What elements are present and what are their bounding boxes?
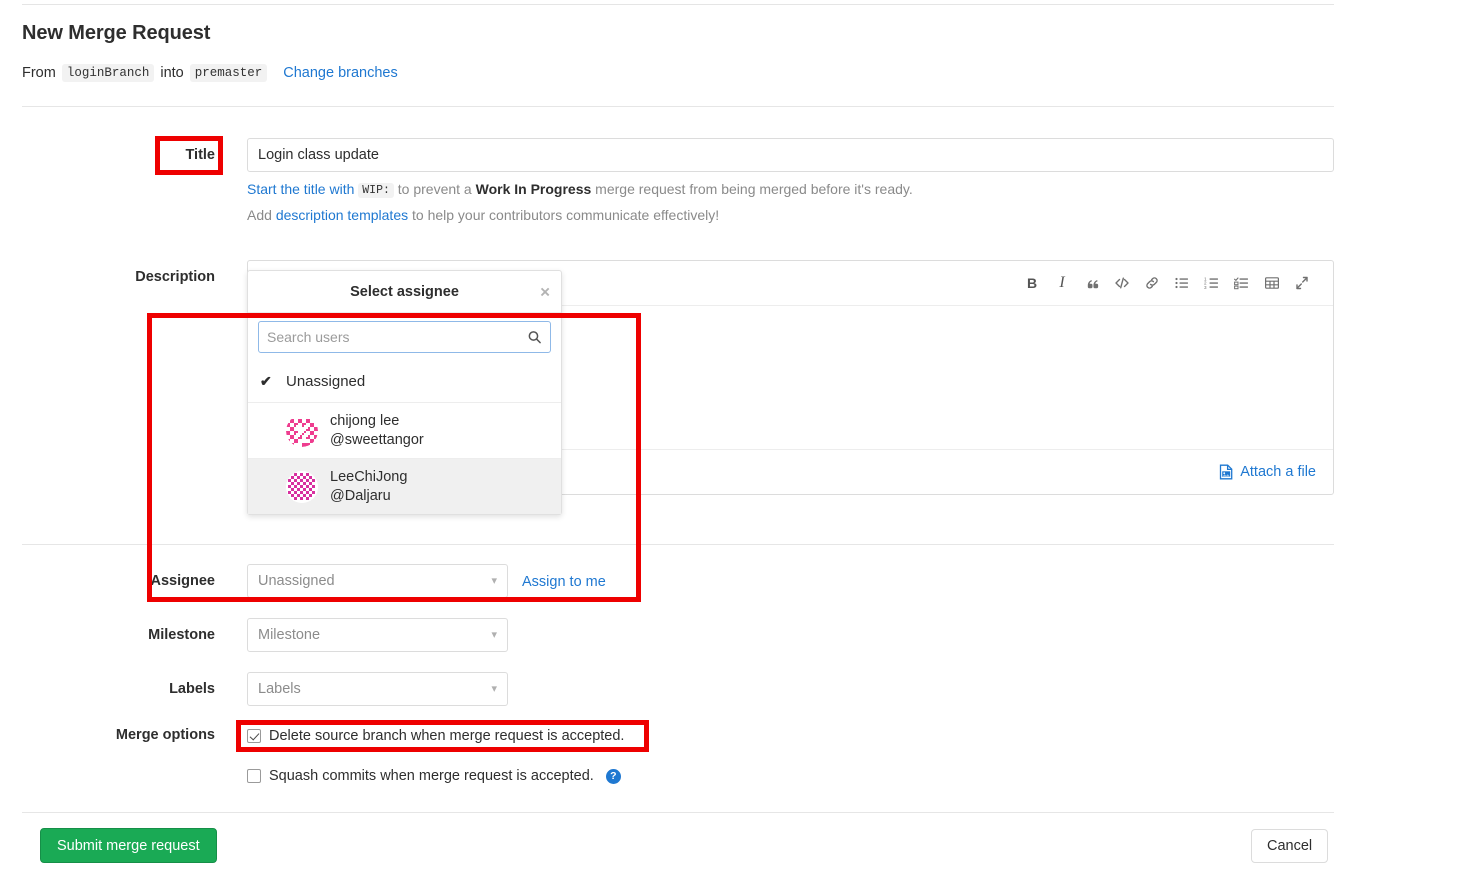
task-list-icon[interactable] <box>1227 268 1257 298</box>
search-users-input[interactable] <box>259 322 550 352</box>
dropdown-item-user-1-text: LeeChiJong @Daljaru <box>330 468 407 505</box>
submit-merge-request-button[interactable]: Submit merge request <box>40 828 217 863</box>
into-label: into <box>160 65 184 81</box>
description-label: Description <box>135 269 215 285</box>
dropdown-item-unassigned[interactable]: ✔ Unassigned <box>248 362 561 402</box>
bold-icon[interactable]: B <box>1017 268 1047 298</box>
target-branch-chip: premaster <box>189 64 268 82</box>
squash-commits-label: Squash commits when merge request is acc… <box>269 768 594 784</box>
wip-hint-prefix[interactable]: Start the title with <box>247 181 354 197</box>
delete-source-branch-checkbox[interactable] <box>247 729 261 743</box>
attach-file-icon <box>1219 464 1234 480</box>
select-assignee-dropdown: Select assignee × ✔ Unassigned <box>247 270 562 516</box>
search-users-wrap <box>248 313 561 362</box>
milestone-select-value: Milestone <box>258 627 321 643</box>
labels-select[interactable]: Labels ▾ <box>247 672 508 706</box>
italic-icon[interactable]: I <box>1047 268 1077 298</box>
change-branches-link[interactable]: Change branches <box>283 65 397 81</box>
title-input[interactable] <box>247 138 1334 172</box>
milestone-select[interactable]: Milestone ▾ <box>247 618 508 652</box>
dropdown-item-user-1[interactable]: LeeChiJong @Daljaru <box>248 458 561 515</box>
description-section-divider <box>22 544 1334 545</box>
dropdown-item-user-0[interactable]: chijong lee @sweettangor <box>248 402 561 458</box>
bullet-list-icon[interactable] <box>1167 268 1197 298</box>
source-branch-chip: loginBranch <box>61 64 155 82</box>
templates-hint-suffix: to help your contributors communicate ef… <box>412 207 720 223</box>
assignee-select-value: Unassigned <box>258 573 335 589</box>
search-users-field[interactable] <box>258 321 551 353</box>
link-icon[interactable] <box>1137 268 1167 298</box>
delete-source-branch-label: Delete source branch when merge request … <box>269 728 625 744</box>
quote-icon[interactable] <box>1077 268 1107 298</box>
dropdown-item-user-0-text: chijong lee @sweettangor <box>330 412 424 449</box>
top-divider <box>22 4 1334 5</box>
wip-code-chip: WIP: <box>358 183 394 198</box>
new-merge-request-page: New Merge Request From loginBranch into … <box>0 0 1459 875</box>
check-icon: ✔ <box>260 372 272 389</box>
labels-select-value: Labels <box>258 681 301 697</box>
from-label: From <box>22 65 56 81</box>
fullscreen-icon[interactable] <box>1287 268 1317 298</box>
wip-hint-suffix: merge request from being merged before i… <box>595 181 913 197</box>
branch-info: From loginBranch into premaster Change b… <box>22 64 398 82</box>
attach-file-label: Attach a file <box>1240 464 1316 480</box>
select-assignee-header: Select assignee × <box>248 271 561 313</box>
page-title: New Merge Request <box>22 22 211 44</box>
user-name: chijong lee <box>330 413 400 429</box>
user-handle: @sweettangor <box>330 431 424 448</box>
squash-commits-row[interactable]: Squash commits when merge request is acc… <box>247 768 621 784</box>
chevron-down-icon: ▾ <box>491 628 497 641</box>
code-icon[interactable] <box>1107 268 1137 298</box>
milestone-label: Milestone <box>148 627 215 643</box>
assignee-select[interactable]: Unassigned ▾ <box>247 564 508 598</box>
cancel-button[interactable]: Cancel <box>1251 829 1329 863</box>
templates-hint: Add description templates to help your c… <box>247 207 719 223</box>
avatar <box>286 470 318 503</box>
select-assignee-title: Select assignee <box>350 283 459 300</box>
description-templates-link[interactable]: description templates <box>276 207 408 223</box>
table-icon[interactable] <box>1257 268 1287 298</box>
user-handle: @Daljaru <box>330 487 391 504</box>
assign-to-me-link[interactable]: Assign to me <box>522 574 606 590</box>
assignee-label: Assignee <box>150 573 215 589</box>
dropdown-item-unassigned-label: Unassigned <box>286 372 366 390</box>
squash-commits-checkbox[interactable] <box>247 769 261 783</box>
chevron-down-icon: ▾ <box>491 682 497 695</box>
attach-file-button[interactable]: Attach a file <box>1219 464 1316 480</box>
title-label: Title <box>185 147 215 163</box>
footer-divider <box>22 812 1334 813</box>
numbered-list-icon[interactable]: 123 <box>1197 268 1227 298</box>
wip-hint-bold: Work In Progress <box>475 181 592 197</box>
delete-source-branch-row[interactable]: Delete source branch when merge request … <box>247 728 624 744</box>
close-icon[interactable]: × <box>540 283 550 300</box>
labels-label: Labels <box>169 681 215 697</box>
chevron-down-icon: ▾ <box>491 574 497 587</box>
wip-hint-mid: to prevent a <box>397 181 472 197</box>
user-name: LeeChiJong <box>330 469 408 486</box>
avatar <box>286 414 318 447</box>
header-divider <box>22 106 1334 107</box>
help-icon[interactable]: ? <box>605 768 621 784</box>
wip-hint: Start the title with WIP: to prevent a W… <box>247 181 913 198</box>
templates-hint-prefix: Add <box>247 207 272 223</box>
merge-options-label: Merge options <box>115 727 215 743</box>
svg-text:3: 3 <box>1204 285 1207 290</box>
search-icon <box>527 330 542 345</box>
